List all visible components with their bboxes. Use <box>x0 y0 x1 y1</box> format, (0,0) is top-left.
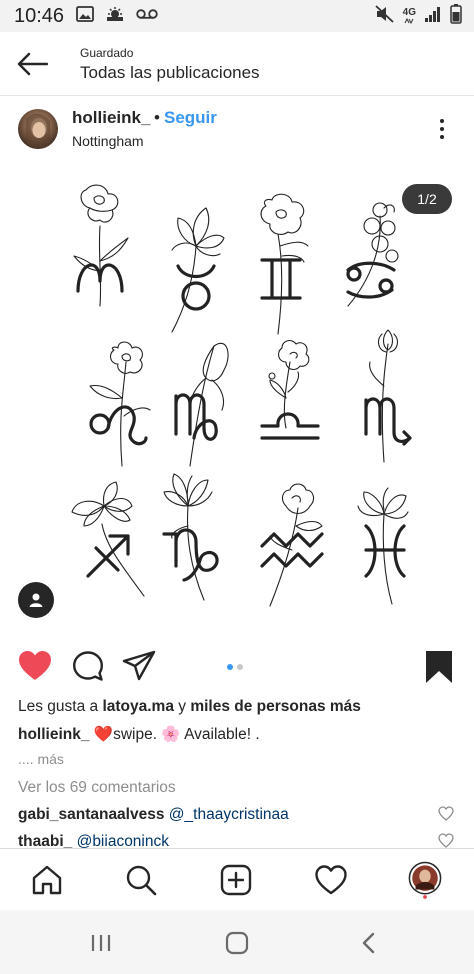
comment-row: gabi_santanaalvess @_thaaycristinaa <box>18 806 289 824</box>
dot <box>440 135 444 139</box>
battery-icon <box>450 3 462 29</box>
zodiac-flower-tattoo-illustration <box>71 184 412 607</box>
post-actions <box>0 640 474 694</box>
profile-avatar-icon <box>408 861 442 899</box>
separator-dot: • <box>154 108 160 127</box>
nav-search[interactable] <box>124 863 158 897</box>
heart-outline-icon <box>315 865 347 895</box>
chevron-left-icon <box>362 932 375 954</box>
liker-username[interactable]: latoya.ma <box>102 698 174 715</box>
likes-prefix: Les gusta a <box>18 698 103 715</box>
bookmark-filled-icon <box>426 651 452 683</box>
dot <box>440 127 444 131</box>
leo-flower-drawing <box>89 341 151 467</box>
likes-middle: y <box>173 698 191 715</box>
recent-apps-button[interactable] <box>86 928 116 958</box>
comment-icon <box>73 651 103 681</box>
comment-like-button[interactable] <box>438 806 454 826</box>
back-system-button[interactable] <box>354 928 384 958</box>
nav-new-post[interactable] <box>219 863 253 897</box>
caption-username[interactable]: hollieink_ <box>18 726 90 743</box>
app-header: Guardado Todas las publicaciones <box>0 32 474 96</box>
voicemail-icon <box>136 7 158 25</box>
search-icon <box>126 865 157 896</box>
aries-flower-drawing <box>73 184 129 307</box>
carousel-counter: 1/2 <box>402 184 452 214</box>
comment-mention[interactable]: @_thaaycristinaa <box>169 806 289 823</box>
post-caption: hollieink_ ❤️swipe. 🌸 Available! . <box>18 725 260 744</box>
network-4g-icon: 4G <box>403 8 416 24</box>
back-arrow-icon <box>17 52 48 76</box>
add-post-icon <box>220 864 252 896</box>
carousel-dot <box>237 664 243 670</box>
view-comments-link[interactable]: Ver los 69 comentarios <box>18 779 176 797</box>
caption-more-link[interactable]: .... más <box>18 751 64 767</box>
send-icon <box>122 650 156 681</box>
status-time: 10:46 <box>14 4 65 27</box>
heart-outline-icon <box>438 833 454 848</box>
home-icon <box>32 865 62 895</box>
post-header: hollieink_ • Seguir Nottingham <box>0 96 474 166</box>
dot <box>440 119 444 123</box>
post-location[interactable]: Nottingham <box>72 133 144 149</box>
heart-filled-icon <box>19 651 51 680</box>
status-icons-right: 4G <box>375 3 462 29</box>
weather-icon <box>104 6 126 27</box>
post-options-button[interactable] <box>430 114 454 144</box>
signal-icon <box>424 6 442 27</box>
comment-username[interactable]: gabi_santanaalvess <box>18 806 164 823</box>
gemini-flower-drawing <box>260 193 309 335</box>
bottom-nav <box>0 848 474 910</box>
mute-icon <box>375 4 395 28</box>
system-nav-bar <box>0 910 474 974</box>
nav-home[interactable] <box>30 863 64 897</box>
scorpio-flower-drawing <box>369 329 399 463</box>
tagged-users-button[interactable] <box>18 582 54 618</box>
pisces-flower-drawing <box>357 487 409 605</box>
status-icons-left <box>76 5 158 27</box>
post-username[interactable]: hollieink_ <box>72 108 150 128</box>
virgo-flower-drawing <box>189 343 229 467</box>
carousel-indicator <box>227 664 243 670</box>
save-button[interactable] <box>424 650 454 689</box>
carousel-dot-active <box>227 664 233 670</box>
header-subtitle: Guardado <box>80 46 134 60</box>
aquarius-flower-drawing <box>269 483 323 607</box>
follow-button[interactable]: Seguir <box>164 108 217 128</box>
heart-outline-icon <box>438 806 454 821</box>
page-title: Todas las publicaciones <box>80 63 260 82</box>
home-system-button[interactable] <box>222 928 252 958</box>
post-image[interactable]: 1/2 <box>0 166 474 640</box>
network-label: 4G <box>402 7 416 18</box>
caption-text: ❤️swipe. 🌸 Available! . <box>89 726 260 743</box>
likes-count-text[interactable]: miles de personas más <box>190 698 361 715</box>
comment-button[interactable] <box>72 650 104 687</box>
recent-apps-icon <box>91 935 111 951</box>
capricorn-flower-drawing <box>163 473 213 601</box>
like-button[interactable] <box>18 650 52 687</box>
nav-activity[interactable] <box>314 863 348 897</box>
likes-summary[interactable]: Les gusta a latoya.ma y miles de persona… <box>18 698 361 716</box>
avatar[interactable] <box>18 109 58 149</box>
home-circle-icon <box>225 931 249 955</box>
back-button[interactable] <box>12 46 52 82</box>
person-icon <box>29 593 43 607</box>
share-button[interactable] <box>122 650 156 687</box>
sagittarius-flower-drawing <box>71 481 145 597</box>
status-bar: 10:46 4G <box>0 0 474 32</box>
gallery-icon <box>76 5 94 27</box>
nav-profile[interactable] <box>408 861 442 899</box>
